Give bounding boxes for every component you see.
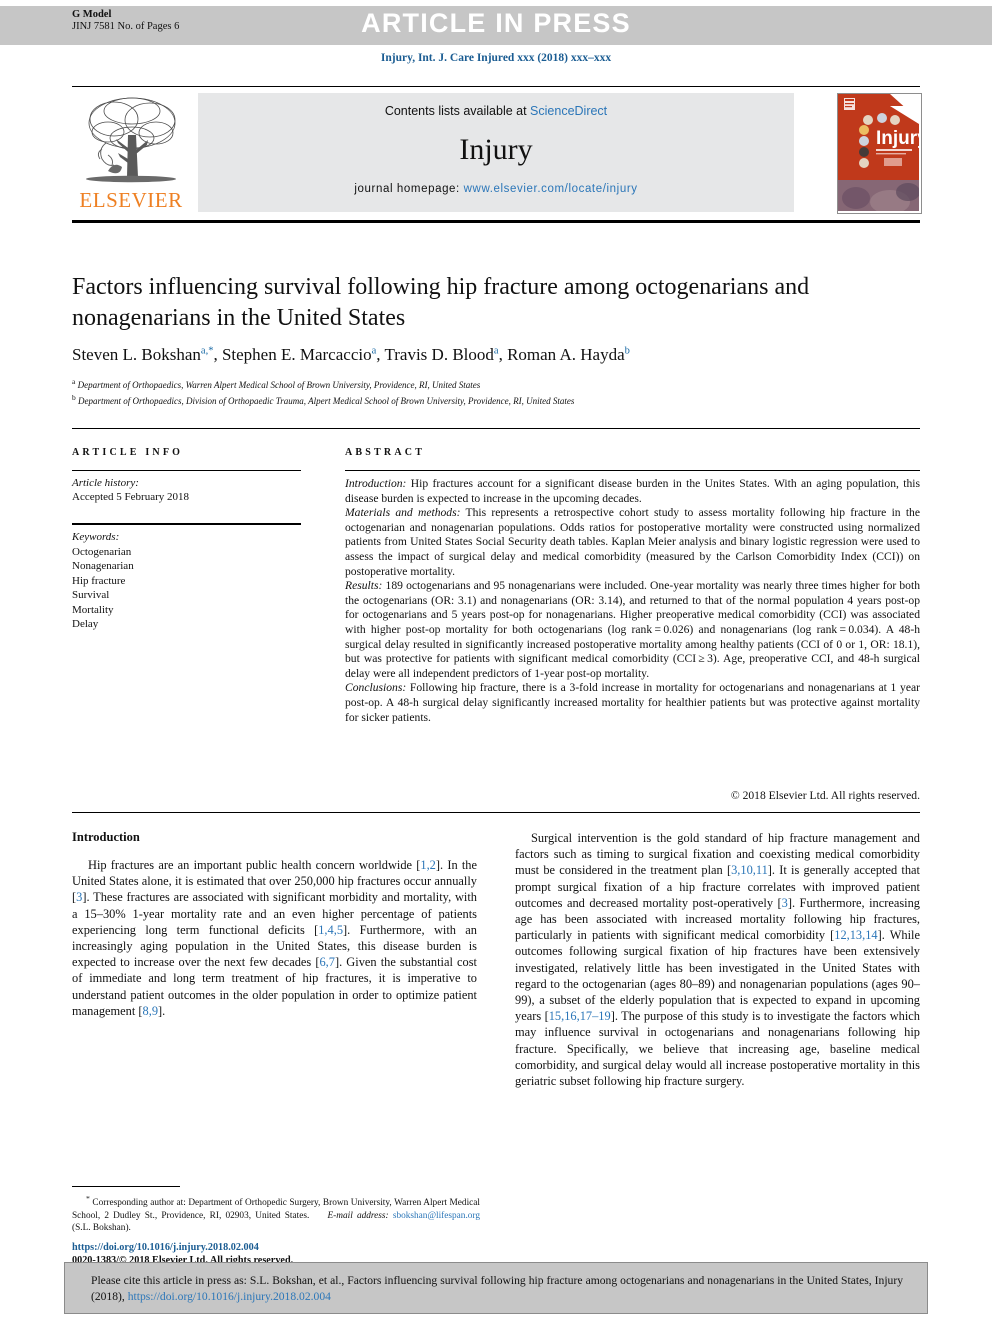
homepage-prefix: journal homepage: (354, 183, 464, 195)
abstract-section-label: Introduction: (345, 477, 407, 490)
citation-ref[interactable]: 1,4,5 (318, 923, 343, 937)
contents-panel: Contents lists available at ScienceDirec… (198, 93, 794, 212)
article-history-value: Accepted 5 February 2018 (72, 491, 189, 503)
info-rule-top (72, 428, 920, 429)
abstract-body: Introduction: Hip fractures account for … (345, 477, 920, 725)
affiliation-a-text: Department of Orthopaedics, Warren Alper… (77, 380, 481, 390)
elsevier-wordmark: ELSEVIER (79, 188, 183, 212)
keyword-item: Survival (72, 589, 110, 601)
corresponding-author-footnote: * Corresponding author at: Department of… (72, 1193, 480, 1234)
introduction-heading: Introduction (72, 830, 140, 844)
affiliations: a Department of Orthopaedics, Warren Alp… (72, 376, 912, 407)
abstract-section-text: 189 octogenarians and 95 nonagenarians w… (345, 579, 920, 680)
body-column-right: Surgical intervention is the gold standa… (515, 830, 920, 1089)
abstract-section-text: Following hip fracture, there is a 3-fol… (345, 681, 920, 724)
g-model-block: G Model JINJ 7581 No. of Pages 6 (72, 9, 179, 33)
keywords-block: Keywords: Octogenarian Nonagenarian Hip … (72, 530, 307, 632)
para-text: Hip fractures are an important public he… (88, 858, 421, 872)
abstract-rule (345, 470, 920, 471)
affiliation-b: b Department of Orthopaedics, Division o… (72, 392, 575, 406)
injury-cover-image: Injury (838, 94, 921, 213)
abstract-section: Introduction: Hip fractures account for … (345, 477, 920, 506)
citation-ref[interactable]: 6,7 (319, 955, 335, 969)
author-email-link[interactable]: sbokshan@lifespan.org (393, 1211, 480, 1221)
introduction-paragraph-right: Surgical intervention is the gold standa… (515, 830, 920, 1089)
keyword-item: Hip fracture (72, 574, 126, 587)
info-rule-2 (72, 523, 301, 525)
g-model-line1: G Model (72, 9, 112, 20)
journal-citation: Injury, Int. J. Care Injured xxx (2018) … (380, 52, 612, 64)
article-info-heading: ARTICLE INFO (72, 447, 184, 458)
article-history-label: Article history: (72, 477, 139, 489)
info-rule-1 (72, 470, 301, 471)
cite-doi-link[interactable]: https://doi.org/10.1016/j.injury.2018.02… (128, 1290, 331, 1303)
email-owner: (S.L. Bokshan). (72, 1222, 131, 1233)
abstract-section: Results: 189 octogenarians and 95 nonage… (345, 579, 920, 681)
abstract-section-label: Results: (345, 579, 383, 593)
author-name: Stephen E. Marcaccio (221, 345, 372, 364)
keywords-label: Keywords: (72, 531, 120, 543)
affiliation-b-text: Department of Orthopaedics, Division of … (78, 395, 575, 406)
cite-this-article-box: Please cite this article in press as: S.… (64, 1262, 928, 1314)
contents-available-line: Contents lists available at ScienceDirec… (198, 104, 794, 118)
citation-ref[interactable]: 3,10,11 (731, 863, 768, 877)
abstract-section: Conclusions: Following hip fracture, the… (345, 681, 920, 725)
masthead-rule-bottom (72, 220, 920, 223)
svg-text:Injury: Injury (876, 128, 919, 149)
author-affil-marker: b (624, 345, 630, 357)
masthead-rule-top (72, 86, 920, 87)
journal-name: Injury (459, 133, 533, 166)
masthead: ELSEVIER Contents lists available at Sci… (72, 91, 922, 215)
author-list: Steven L. Bokshana,*, Stephen E. Marcacc… (72, 345, 630, 364)
contents-prefix: Contents lists available at (384, 104, 531, 118)
citation-ref[interactable]: 12,13,14 (834, 928, 877, 942)
journal-cover-thumbnail: Injury (837, 93, 922, 214)
g-model-line2: JINJ 7581 No. of Pages 6 (72, 21, 180, 32)
para-text: ]. (158, 1003, 166, 1018)
footnote-rule (72, 1186, 180, 1187)
keyword-item: Octogenarian (72, 545, 132, 558)
author-affil-marker: a (371, 345, 377, 357)
citation-ref[interactable]: 8,9 (143, 1004, 159, 1018)
abstract-heading: ABSTRACT (345, 447, 426, 458)
keyword-item: Delay (72, 618, 99, 630)
citation-ref[interactable]: 1,2 (420, 858, 436, 872)
email-label: E-mail address: (327, 1210, 389, 1221)
abstract-copyright: © 2018 Elsevier Ltd. All rights reserved… (730, 789, 920, 802)
abstract-section-label: Materials and methods: (345, 506, 461, 520)
author-name: Roman A. Hayda (507, 345, 625, 364)
elsevier-logo: ELSEVIER (72, 91, 190, 215)
keyword-item: Mortality (72, 603, 114, 616)
abstract-section: Materials and methods: This represents a… (345, 506, 920, 579)
journal-homepage-link[interactable]: www.elsevier.com/locate/injury (464, 183, 638, 195)
page-title: Factors influencing survival following h… (72, 274, 810, 331)
doi-link[interactable]: https://doi.org/10.1016/j.injury.2018.02… (72, 1241, 492, 1254)
abstract-section-label: Conclusions: (345, 681, 407, 695)
introduction-paragraph-left: Hip fractures are an important public he… (72, 857, 477, 1019)
author-affil-marker: a,* (200, 345, 214, 357)
keyword-item: Nonagenarian (72, 560, 134, 572)
article-history: Article history: Accepted 5 February 201… (72, 476, 307, 504)
elsevier-tree-icon (86, 97, 176, 183)
abstract-rule-bottom (72, 812, 920, 813)
author-name: Travis D. Blood (384, 345, 494, 364)
affiliation-a: a Department of Orthopaedics, Warren Alp… (72, 377, 481, 390)
paper-page: ARTICLE IN PRESS G Model JINJ 7581 No. o… (0, 0, 992, 1323)
author-name: Steven L. Bokshan (72, 345, 201, 364)
citation-ref[interactable]: 15,16,17–19 (549, 1009, 611, 1023)
body-column-left: Introduction Hip fractures are an import… (72, 830, 477, 1019)
author-affil-marker: a (493, 345, 499, 357)
journal-homepage-line: journal homepage: www.elsevier.com/locat… (198, 183, 794, 195)
abstract-section-text: Hip fractures account for a significant … (345, 477, 920, 505)
sciencedirect-link[interactable]: ScienceDirect (530, 104, 607, 118)
cite-this-article-text: Please cite this article in press as: S.… (91, 1273, 903, 1304)
